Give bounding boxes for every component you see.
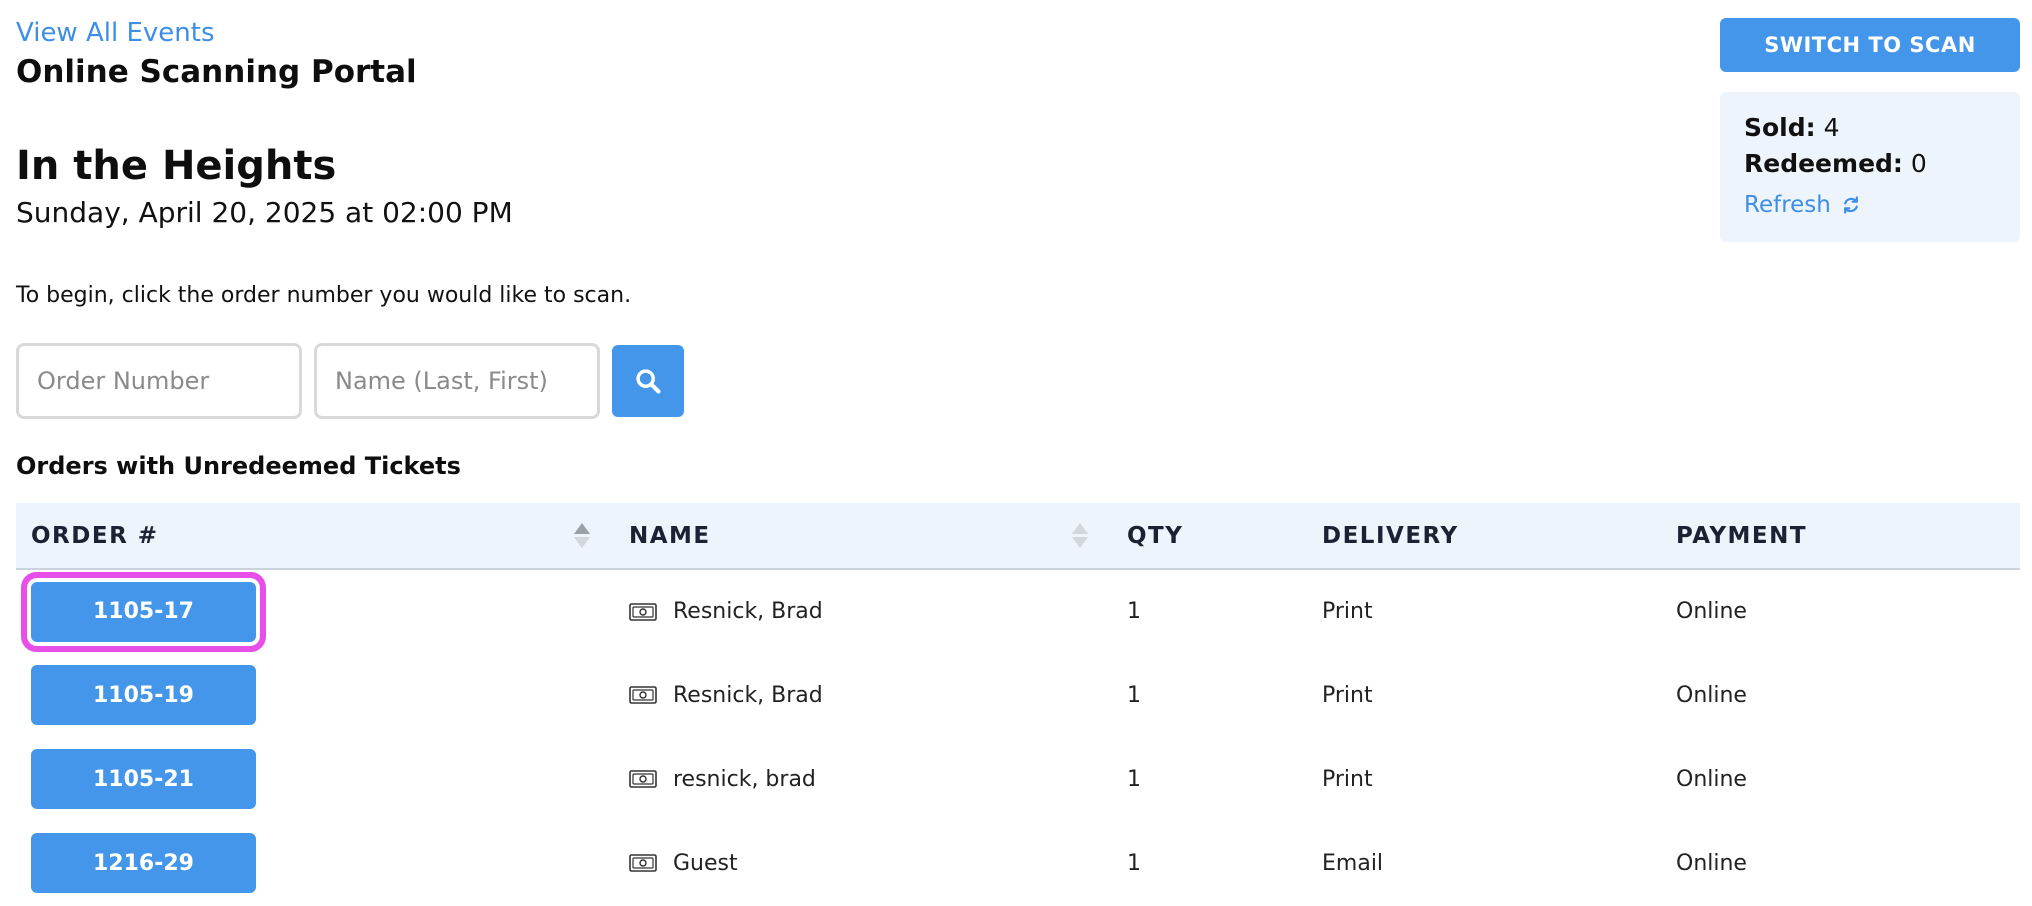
sold-stat: Sold: 4: [1744, 110, 1996, 146]
view-all-events-link[interactable]: View All Events: [16, 18, 215, 48]
qty-cell: 1: [1127, 682, 1141, 708]
refresh-icon: [1841, 195, 1861, 215]
redeemed-label: Redeemed:: [1744, 149, 1903, 178]
redeemed-stat: Redeemed: 0: [1744, 146, 1996, 182]
order-button[interactable]: 1105-19: [31, 665, 256, 725]
stats-box: Sold: 4 Redeemed: 0 Refresh: [1720, 92, 2020, 242]
column-header-name[interactable]: NAME: [614, 503, 1112, 570]
table-row: 1105-17 Resnick, Brad 1 Print Online: [16, 569, 2020, 653]
stats-panel: SWITCH TO SCAN Sold: 4 Redeemed: 0 Refre…: [1720, 18, 2020, 242]
search-icon: [634, 367, 662, 395]
refresh-link[interactable]: Refresh: [1744, 192, 1861, 218]
cash-icon: [629, 854, 657, 872]
table-row: 1216-29 Guest 1 Email Online: [16, 821, 2020, 905]
sort-icon: [1072, 523, 1088, 548]
delivery-cell: Print: [1322, 682, 1373, 708]
payment-cell: Online: [1676, 599, 1747, 624]
customer-name: resnick, brad: [673, 766, 816, 792]
orders-table: ORDER # NAME QTY DELIVERY PAYMENT 1105-1…: [16, 503, 2020, 905]
switch-to-scan-button[interactable]: SWITCH TO SCAN: [1720, 18, 2020, 72]
customer-name: Resnick, Brad: [673, 682, 823, 708]
column-header-payment: PAYMENT: [1661, 503, 2020, 570]
cash-icon: [629, 770, 657, 788]
event-date: Sunday, April 20, 2025 at 02:00 PM: [16, 196, 513, 229]
delivery-cell: Print: [1322, 766, 1373, 792]
cash-icon: [629, 686, 657, 704]
search-button[interactable]: [612, 345, 684, 417]
delivery-cell: Print: [1322, 599, 1373, 624]
order-number-input[interactable]: [16, 343, 302, 419]
section-title: Orders with Unredeemed Tickets: [16, 452, 461, 480]
event-title: In the Heights: [16, 143, 337, 189]
order-button[interactable]: 1105-17: [31, 581, 256, 642]
sort-asc-icon: [574, 523, 590, 548]
sold-value: 4: [1823, 113, 1840, 142]
customer-name: Resnick, Brad: [673, 599, 823, 624]
order-button[interactable]: 1216-29: [31, 833, 256, 893]
redeemed-value: 0: [1910, 149, 1927, 178]
column-header-name-label: NAME: [629, 522, 711, 549]
instructions-text: To begin, click the order number you wou…: [16, 283, 632, 308]
qty-cell: 1: [1127, 766, 1141, 792]
customer-name: Guest: [673, 850, 738, 876]
column-header-order[interactable]: ORDER #: [16, 503, 614, 570]
column-header-delivery: DELIVERY: [1307, 503, 1661, 570]
payment-cell: Online: [1676, 850, 1747, 876]
table-row: 1105-21 resnick, brad 1 Print Online: [16, 737, 2020, 821]
payment-cell: Online: [1676, 682, 1747, 708]
payment-cell: Online: [1676, 766, 1747, 792]
qty-cell: 1: [1127, 850, 1141, 876]
sold-label: Sold:: [1744, 113, 1816, 142]
order-button[interactable]: 1105-21: [31, 749, 256, 809]
name-search-input[interactable]: [314, 343, 600, 419]
refresh-label: Refresh: [1744, 192, 1831, 218]
delivery-cell: Email: [1322, 850, 1384, 876]
table-header-row: ORDER # NAME QTY DELIVERY PAYMENT: [16, 503, 2020, 570]
column-header-qty: QTY: [1112, 503, 1307, 570]
cash-icon: [629, 602, 657, 621]
scanning-portal-page: View All Events Online Scanning Portal I…: [0, 0, 2032, 906]
column-header-order-label: ORDER #: [31, 522, 159, 549]
qty-cell: 1: [1127, 599, 1141, 624]
portal-title: Online Scanning Portal: [16, 54, 417, 90]
table-row: 1105-19 Resnick, Brad 1 Print Online: [16, 653, 2020, 737]
